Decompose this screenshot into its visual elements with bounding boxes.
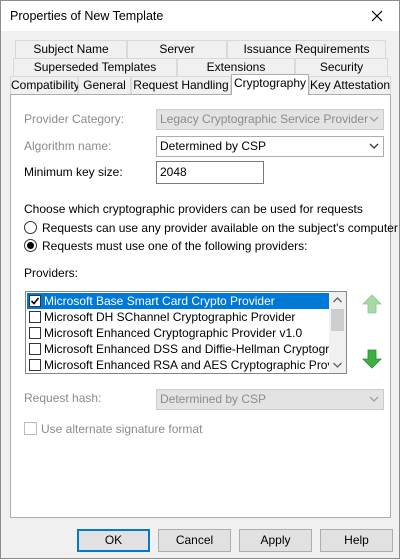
provider-label: Microsoft Enhanced DSS and Diffie-Hellma… [44, 342, 329, 356]
provider-label: Microsoft Enhanced RSA and AES Cryptogra… [44, 358, 329, 372]
checkmark-icon [30, 297, 40, 305]
minimum-key-size-input[interactable]: 2048 [156, 161, 264, 184]
properties-dialog: Properties of New Template Subject Name … [0, 0, 400, 559]
list-item[interactable]: Microsoft Enhanced DSS and Diffie-Hellma… [27, 341, 329, 357]
scrollbar-thumb[interactable] [331, 309, 344, 331]
chevron-down-icon [369, 143, 379, 149]
scroll-up-icon[interactable] [329, 292, 346, 308]
choose-providers-label: Choose which cryptographic providers can… [24, 202, 363, 216]
alternate-signature-label: Use alternate signature format [41, 422, 203, 436]
help-button[interactable]: Help [320, 529, 393, 552]
radio-any-provider-label[interactable]: Requests can use any provider available … [42, 221, 398, 235]
radio-following-providers[interactable] [24, 239, 37, 252]
providers-scrollbar[interactable] [329, 292, 346, 373]
providers-listbox[interactable]: Microsoft Base Smart Card Crypto Provide… [25, 291, 347, 374]
algorithm-name-select[interactable]: Determined by CSP [156, 136, 384, 157]
provider-checkbox[interactable] [29, 295, 41, 307]
cancel-button[interactable]: Cancel [158, 529, 231, 552]
list-item[interactable]: Microsoft Enhanced Cryptographic Provide… [27, 325, 329, 341]
algorithm-name-label: Algorithm name: [24, 139, 112, 153]
provider-category-value: Legacy Cryptographic Service Provider [160, 112, 369, 126]
radio-following-providers-label[interactable]: Requests must use one of the following p… [42, 239, 307, 253]
chevron-down-icon [369, 116, 379, 122]
minimum-key-size-label: Minimum key size: [24, 165, 123, 179]
chevron-down-icon [369, 396, 379, 402]
provider-checkbox[interactable] [29, 311, 41, 323]
request-hash-select[interactable]: Determined by CSP [156, 389, 384, 410]
apply-button[interactable]: Apply [239, 529, 312, 552]
request-hash-value: Determined by CSP [160, 392, 267, 406]
provider-checkbox[interactable] [29, 343, 41, 355]
list-item[interactable]: Microsoft Enhanced RSA and AES Cryptogra… [27, 357, 329, 373]
provider-checkbox[interactable] [29, 327, 41, 339]
list-item[interactable]: Microsoft Base Smart Card Crypto Provide… [27, 293, 329, 309]
radio-any-provider[interactable] [24, 221, 37, 234]
provider-label: Microsoft Enhanced Cryptographic Provide… [44, 326, 303, 340]
providers-label: Providers: [24, 266, 79, 280]
move-up-arrow-icon[interactable] [360, 292, 384, 316]
request-hash-label: Request hash: [24, 391, 102, 405]
provider-label: Microsoft DH SChannel Cryptographic Prov… [44, 310, 296, 324]
move-down-arrow-icon[interactable] [360, 347, 384, 371]
provider-label: Microsoft Base Smart Card Crypto Provide… [44, 294, 275, 308]
radio-selected-dot [27, 242, 34, 249]
ok-button[interactable]: OK [77, 529, 150, 552]
list-item[interactable]: Microsoft DH SChannel Cryptographic Prov… [27, 309, 329, 325]
provider-checkbox[interactable] [29, 359, 41, 371]
scroll-down-icon[interactable] [329, 357, 346, 373]
provider-category-select[interactable]: Legacy Cryptographic Service Provider [156, 109, 384, 130]
alternate-signature-checkbox[interactable] [24, 422, 37, 435]
provider-category-label: Provider Category: [24, 112, 125, 126]
algorithm-name-value: Determined by CSP [160, 139, 267, 153]
